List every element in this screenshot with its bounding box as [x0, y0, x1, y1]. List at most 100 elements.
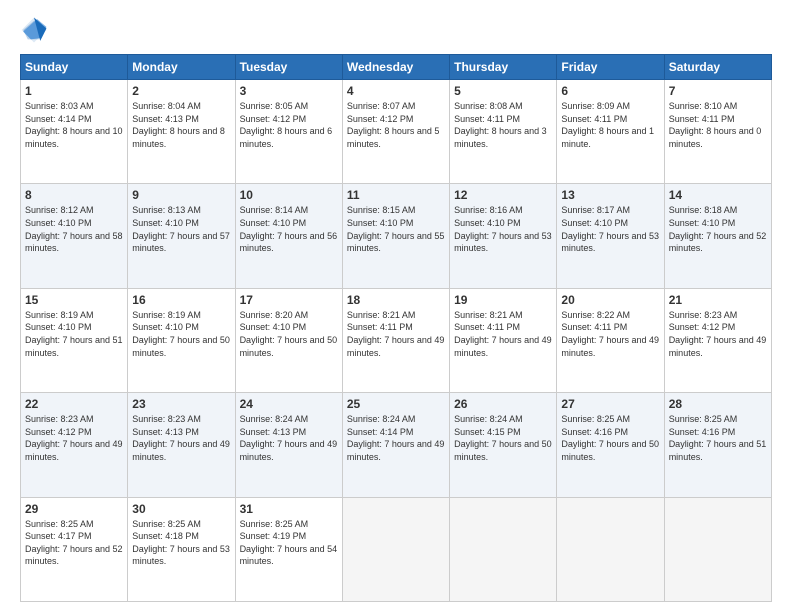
- calendar-cell: 29Sunrise: 8:25 AMSunset: 4:17 PMDayligh…: [21, 497, 128, 601]
- calendar-week-row: 8Sunrise: 8:12 AMSunset: 4:10 PMDaylight…: [21, 184, 772, 288]
- calendar-cell: 27 Sunrise: 8:25 AMSunset: 4:16 PMDayligh…: [557, 393, 664, 497]
- calendar-cell: 23Sunrise: 8:23 AMSunset: 4:13 PMDayligh…: [128, 393, 235, 497]
- day-number: 14: [669, 188, 767, 202]
- day-info: Sunrise: 8:24 AMSunset: 4:14 PMDaylight:…: [347, 414, 445, 462]
- calendar-cell: 12 Sunrise: 8:16 AMSunset: 4:10 PMDayligh…: [450, 184, 557, 288]
- day-number: 17: [240, 293, 338, 307]
- calendar-cell: 17 Sunrise: 8:20 AMSunset: 4:10 PMDayligh…: [235, 288, 342, 392]
- day-info: Sunrise: 8:05 AMSunset: 4:12 PMDaylight:…: [240, 101, 333, 149]
- calendar-week-row: 15 Sunrise: 8:19 AMSunset: 4:10 PMDayligh…: [21, 288, 772, 392]
- day-number: 3: [240, 84, 338, 98]
- calendar-cell: 6 Sunrise: 8:09 AMSunset: 4:11 PMDaylight…: [557, 80, 664, 184]
- day-number: 29: [25, 502, 123, 516]
- calendar-cell: 30 Sunrise: 8:25 AMSunset: 4:18 PMDayligh…: [128, 497, 235, 601]
- day-number: 30: [132, 502, 230, 516]
- calendar-cell: 3 Sunrise: 8:05 AMSunset: 4:12 PMDaylight…: [235, 80, 342, 184]
- calendar-header-wednesday: Wednesday: [342, 55, 449, 80]
- day-info: Sunrise: 8:19 AMSunset: 4:10 PMDaylight:…: [25, 310, 123, 358]
- day-number: 20: [561, 293, 659, 307]
- calendar-cell: 10 Sunrise: 8:14 AMSunset: 4:10 PMDayligh…: [235, 184, 342, 288]
- day-number: 10: [240, 188, 338, 202]
- day-info: Sunrise: 8:23 AMSunset: 4:13 PMDaylight:…: [132, 414, 230, 462]
- calendar-cell: [342, 497, 449, 601]
- calendar-cell: 4 Sunrise: 8:07 AMSunset: 4:12 PMDaylight…: [342, 80, 449, 184]
- day-number: 13: [561, 188, 659, 202]
- calendar-cell: 21 Sunrise: 8:23 AMSunset: 4:12 PMDayligh…: [664, 288, 771, 392]
- calendar-cell: 26 Sunrise: 8:24 AMSunset: 4:15 PMDayligh…: [450, 393, 557, 497]
- calendar-cell: 13 Sunrise: 8:17 AMSunset: 4:10 PMDayligh…: [557, 184, 664, 288]
- day-info: Sunrise: 8:20 AMSunset: 4:10 PMDaylight:…: [240, 310, 338, 358]
- day-info: Sunrise: 8:17 AMSunset: 4:10 PMDaylight:…: [561, 205, 659, 253]
- day-info: Sunrise: 8:18 AMSunset: 4:10 PMDaylight:…: [669, 205, 767, 253]
- calendar-week-row: 29Sunrise: 8:25 AMSunset: 4:17 PMDayligh…: [21, 497, 772, 601]
- logo: [20, 16, 52, 44]
- day-info: Sunrise: 8:22 AMSunset: 4:11 PMDaylight:…: [561, 310, 659, 358]
- day-number: 7: [669, 84, 767, 98]
- calendar-cell: 16Sunrise: 8:19 AMSunset: 4:10 PMDayligh…: [128, 288, 235, 392]
- day-number: 6: [561, 84, 659, 98]
- calendar-cell: 9 Sunrise: 8:13 AMSunset: 4:10 PMDaylight…: [128, 184, 235, 288]
- day-number: 31: [240, 502, 338, 516]
- logo-icon: [20, 16, 48, 44]
- calendar-header-sunday: Sunday: [21, 55, 128, 80]
- calendar-cell: 1Sunrise: 8:03 AMSunset: 4:14 PMDaylight…: [21, 80, 128, 184]
- day-number: 15: [25, 293, 123, 307]
- calendar-cell: 28 Sunrise: 8:25 AMSunset: 4:16 PMDayligh…: [664, 393, 771, 497]
- calendar-cell: [450, 497, 557, 601]
- day-number: 1: [25, 84, 123, 98]
- day-info: Sunrise: 8:25 AMSunset: 4:16 PMDaylight:…: [561, 414, 659, 462]
- calendar-cell: 5 Sunrise: 8:08 AMSunset: 4:11 PMDaylight…: [450, 80, 557, 184]
- day-info: Sunrise: 8:10 AMSunset: 4:11 PMDaylight:…: [669, 101, 762, 149]
- calendar-header-tuesday: Tuesday: [235, 55, 342, 80]
- day-info: Sunrise: 8:25 AMSunset: 4:18 PMDaylight:…: [132, 519, 230, 567]
- day-number: 11: [347, 188, 445, 202]
- day-number: 27: [561, 397, 659, 411]
- day-number: 19: [454, 293, 552, 307]
- day-number: 4: [347, 84, 445, 98]
- day-info: Sunrise: 8:23 AMSunset: 4:12 PMDaylight:…: [25, 414, 123, 462]
- day-number: 28: [669, 397, 767, 411]
- day-number: 21: [669, 293, 767, 307]
- day-info: Sunrise: 8:13 AMSunset: 4:10 PMDaylight:…: [132, 205, 230, 253]
- day-number: 5: [454, 84, 552, 98]
- calendar-cell: 31 Sunrise: 8:25 AMSunset: 4:19 PMDayligh…: [235, 497, 342, 601]
- calendar-cell: 7 Sunrise: 8:10 AMSunset: 4:11 PMDaylight…: [664, 80, 771, 184]
- day-info: Sunrise: 8:25 AMSunset: 4:16 PMDaylight:…: [669, 414, 767, 462]
- calendar-header-row: SundayMondayTuesdayWednesdayThursdayFrid…: [21, 55, 772, 80]
- calendar-header-monday: Monday: [128, 55, 235, 80]
- day-number: 22: [25, 397, 123, 411]
- calendar-week-row: 1Sunrise: 8:03 AMSunset: 4:14 PMDaylight…: [21, 80, 772, 184]
- calendar-header-saturday: Saturday: [664, 55, 771, 80]
- calendar-cell: 11Sunrise: 8:15 AMSunset: 4:10 PMDayligh…: [342, 184, 449, 288]
- calendar-header-friday: Friday: [557, 55, 664, 80]
- calendar-cell: 15 Sunrise: 8:19 AMSunset: 4:10 PMDayligh…: [21, 288, 128, 392]
- calendar-cell: 25 Sunrise: 8:24 AMSunset: 4:14 PMDayligh…: [342, 393, 449, 497]
- calendar-cell: 19Sunrise: 8:21 AMSunset: 4:11 PMDayligh…: [450, 288, 557, 392]
- calendar-cell: 2Sunrise: 8:04 AMSunset: 4:13 PMDaylight…: [128, 80, 235, 184]
- calendar-cell: 18 Sunrise: 8:21 AMSunset: 4:11 PMDayligh…: [342, 288, 449, 392]
- calendar-cell: 22 Sunrise: 8:23 AMSunset: 4:12 PMDayligh…: [21, 393, 128, 497]
- day-info: Sunrise: 8:23 AMSunset: 4:12 PMDaylight:…: [669, 310, 767, 358]
- calendar-cell: [664, 497, 771, 601]
- day-number: 8: [25, 188, 123, 202]
- day-info: Sunrise: 8:08 AMSunset: 4:11 PMDaylight:…: [454, 101, 547, 149]
- day-number: 24: [240, 397, 338, 411]
- day-number: 12: [454, 188, 552, 202]
- day-number: 26: [454, 397, 552, 411]
- day-info: Sunrise: 8:24 AMSunset: 4:13 PMDaylight:…: [240, 414, 338, 462]
- day-info: Sunrise: 8:16 AMSunset: 4:10 PMDaylight:…: [454, 205, 552, 253]
- day-info: Sunrise: 8:25 AMSunset: 4:19 PMDaylight:…: [240, 519, 338, 567]
- calendar-header-thursday: Thursday: [450, 55, 557, 80]
- day-number: 9: [132, 188, 230, 202]
- day-info: Sunrise: 8:14 AMSunset: 4:10 PMDaylight:…: [240, 205, 338, 253]
- day-number: 25: [347, 397, 445, 411]
- day-info: Sunrise: 8:09 AMSunset: 4:11 PMDaylight:…: [561, 101, 654, 149]
- day-info: Sunrise: 8:24 AMSunset: 4:15 PMDaylight:…: [454, 414, 552, 462]
- calendar-cell: 8Sunrise: 8:12 AMSunset: 4:10 PMDaylight…: [21, 184, 128, 288]
- page: SundayMondayTuesdayWednesdayThursdayFrid…: [0, 0, 792, 612]
- calendar-table: SundayMondayTuesdayWednesdayThursdayFrid…: [20, 54, 772, 602]
- day-info: Sunrise: 8:21 AMSunset: 4:11 PMDaylight:…: [347, 310, 445, 358]
- day-number: 18: [347, 293, 445, 307]
- day-info: Sunrise: 8:07 AMSunset: 4:12 PMDaylight:…: [347, 101, 440, 149]
- header: [20, 16, 772, 44]
